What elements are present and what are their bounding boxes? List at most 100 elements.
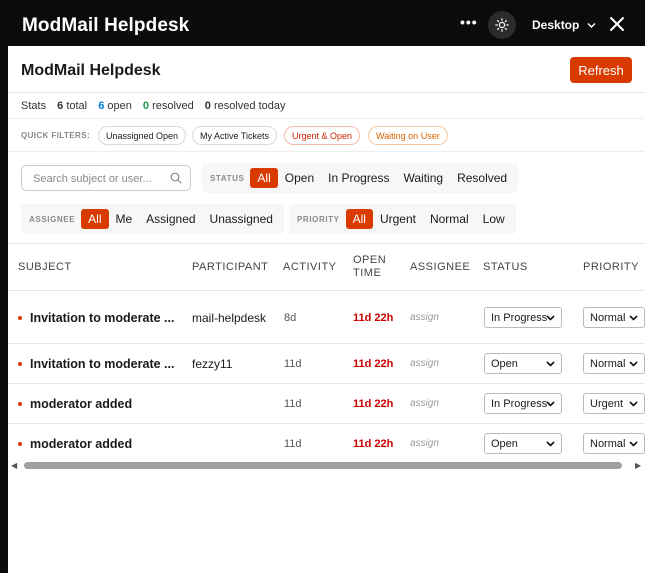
more-horizontal-icon[interactable]: •••	[460, 14, 478, 30]
row-priority-select[interactable]: Urgent	[583, 393, 645, 414]
row-subject[interactable]: moderator added	[18, 384, 193, 424]
row-activity: 11d	[284, 358, 302, 370]
status-filter-in-progress[interactable]: In Progress	[321, 168, 396, 188]
sun-icon	[495, 18, 509, 32]
refresh-button[interactable]: Refresh	[570, 57, 632, 83]
title-bar: ModMail Helpdesk ••• Desktop	[8, 4, 645, 46]
row-subject[interactable]: Invitation to moderate ...	[18, 291, 193, 344]
page-title: ModMail Helpdesk	[21, 62, 161, 79]
row-assign-link[interactable]: assign	[410, 344, 439, 384]
chevron-down-icon	[546, 441, 555, 447]
stats-label: Stats	[21, 100, 47, 112]
horizontal-scrollbar[interactable]: ◀ ▶	[8, 460, 645, 472]
quick-filter-urgent-open[interactable]: Urgent & Open	[284, 126, 361, 145]
column-header-open-time[interactable]: OPEN TIME	[353, 244, 393, 290]
status-filter-group: STATUS All Open In Progress Waiting Reso…	[202, 163, 519, 193]
row-status-value: Open	[491, 437, 518, 450]
chevron-down-icon	[629, 315, 638, 321]
assignee-filter-all[interactable]: All	[81, 209, 109, 229]
row-status-value: In Progress	[491, 397, 548, 410]
scroll-left-icon[interactable]: ◀	[11, 461, 17, 470]
chevron-down-icon	[629, 401, 638, 407]
row-subject-text: Invitation to moderate ...	[30, 310, 175, 325]
chevron-down-icon	[629, 441, 638, 447]
row-status-select[interactable]: In Progress	[484, 393, 562, 414]
assignee-filter-label: ASSIGNEE	[29, 214, 76, 224]
row-activity: 11d	[284, 398, 302, 410]
resolved-today-count: 0	[204, 100, 211, 112]
row-open-time: 11d 22h	[353, 311, 394, 324]
row-assign-link[interactable]: assign	[410, 291, 439, 344]
chevron-down-icon	[546, 315, 555, 321]
chevron-down-icon	[587, 23, 596, 28]
row-subject-text: Invitation to moderate ...	[30, 357, 175, 371]
open-label: open	[107, 100, 132, 112]
total-label: total	[66, 100, 88, 112]
device-dropdown[interactable]: Desktop	[532, 18, 596, 32]
row-priority-value: Normal	[590, 311, 626, 324]
column-header-activity[interactable]: ACTIVITY	[283, 244, 343, 290]
row-status-select[interactable]: In Progress	[484, 307, 562, 328]
column-header-subject[interactable]: SUBJECT	[18, 244, 178, 290]
priority-filter-all[interactable]: All	[345, 209, 373, 229]
row-participant: fezzy11	[192, 357, 233, 371]
scrollbar-thumb[interactable]	[24, 462, 622, 469]
quick-filters-label: QUICK FILTERS:	[21, 131, 91, 140]
column-header-priority[interactable]: PRIORITY	[583, 244, 645, 290]
unread-dot-icon	[18, 442, 22, 446]
search-input[interactable]: Search subject or user...	[21, 165, 191, 191]
quick-filters-bar: QUICK FILTERS: Unassigned Open My Active…	[8, 118, 645, 152]
stats-bar: Stats 6 total 6 open 0 resolved 0 resolv…	[21, 100, 285, 112]
quick-filter-waiting-on-user[interactable]: Waiting on User	[368, 126, 448, 145]
row-priority-select[interactable]: Normal	[583, 353, 645, 374]
quick-filter-my-active-tickets[interactable]: My Active Tickets	[192, 126, 278, 145]
table-row[interactable]: moderator added 11d 11d 22h assign Open …	[8, 423, 645, 463]
row-assign-link[interactable]: assign	[410, 424, 439, 464]
chevron-down-icon	[546, 401, 555, 407]
row-open-time: 11d 22h	[353, 438, 394, 450]
table-row[interactable]: Invitation to moderate ... fezzy11 11d 1…	[8, 343, 645, 383]
assignee-filter-group: ASSIGNEE All Me Assigned Unassigned	[21, 204, 284, 234]
scroll-right-icon[interactable]: ▶	[635, 461, 641, 470]
resolved-today-label: resolved today	[213, 100, 286, 112]
row-participant-text: mail-helpdesk	[192, 310, 267, 325]
open-count: 6	[98, 100, 105, 112]
row-priority-select[interactable]: Normal	[583, 433, 645, 454]
column-header-participant[interactable]: PARTICIPANT	[192, 244, 282, 290]
assignee-filter-unassigned[interactable]: Unassigned	[203, 209, 280, 229]
priority-filter-normal[interactable]: Normal	[423, 209, 476, 229]
theme-toggle-button[interactable]	[488, 11, 516, 39]
row-status-select[interactable]: Open	[484, 353, 562, 374]
row-open-time: 11d 22h	[353, 398, 394, 410]
row-status-value: Open	[491, 357, 518, 370]
status-filter-waiting[interactable]: Waiting	[396, 168, 450, 188]
table-row[interactable]: Invitation to moderate ... mail-helpdesk…	[8, 290, 645, 343]
column-header-assignee[interactable]: ASSIGNEE	[410, 244, 480, 290]
quick-filter-unassigned-open[interactable]: Unassigned Open	[98, 126, 187, 145]
row-subject-text: moderator added	[30, 397, 133, 411]
close-icon[interactable]	[608, 15, 626, 33]
row-assign-link[interactable]: assign	[410, 384, 439, 424]
row-status-select[interactable]: Open	[484, 433, 562, 454]
column-header-status[interactable]: STATUS	[483, 244, 563, 290]
row-open-time: 11d 22h	[353, 358, 394, 370]
row-subject[interactable]: moderator added	[18, 424, 193, 464]
row-priority-value: Normal	[590, 357, 626, 370]
row-participant: mail-helpdesk	[192, 291, 272, 344]
row-priority-select[interactable]: Normal	[583, 307, 645, 328]
priority-filter-low[interactable]: Low	[476, 209, 512, 229]
row-subject[interactable]: Invitation to moderate ...	[18, 344, 193, 384]
chevron-down-icon	[546, 361, 555, 367]
priority-filter-urgent[interactable]: Urgent	[373, 209, 423, 229]
row-status-value: In Progress	[491, 311, 548, 324]
status-filter-resolved[interactable]: Resolved	[450, 168, 514, 188]
row-subject-text: moderator added	[30, 437, 133, 451]
table-row[interactable]: moderator added 11d 11d 22h assign In Pr…	[8, 383, 645, 423]
status-filter-all[interactable]: All	[250, 168, 278, 188]
window-frame: ModMail Helpdesk ••• Desktop ModMail Hel…	[0, 0, 645, 573]
status-filter-open[interactable]: Open	[278, 168, 321, 188]
assignee-filter-assigned[interactable]: Assigned	[139, 209, 202, 229]
assignee-filter-me[interactable]: Me	[109, 209, 140, 229]
resolved-count: 0	[142, 100, 150, 112]
row-priority-value: Normal	[590, 437, 626, 450]
